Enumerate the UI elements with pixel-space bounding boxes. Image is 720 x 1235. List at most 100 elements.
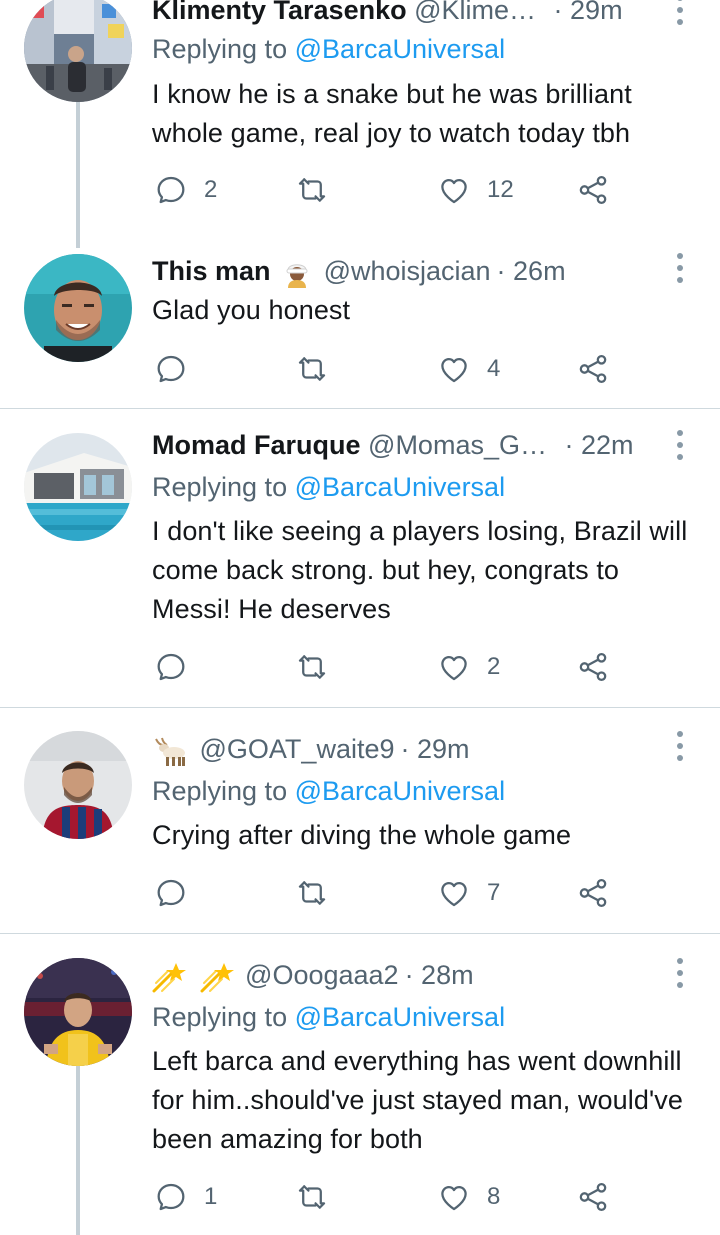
share-icon — [576, 650, 610, 684]
more-options-icon[interactable] — [672, 728, 688, 764]
avatar[interactable] — [24, 958, 132, 1066]
reply-icon — [154, 1180, 188, 1214]
shooting-star-emoji-icon — [200, 962, 234, 993]
retweet-icon — [295, 173, 329, 207]
user-handle[interactable]: @Klime… — [414, 0, 536, 25]
tweet-text: I don't like seeing a players losing, Br… — [152, 516, 688, 624]
tweet-divider — [0, 408, 720, 409]
like-button[interactable]: 4 — [437, 349, 500, 389]
reply-button[interactable] — [154, 647, 188, 687]
tweet-timestamp[interactable]: · 22m — [565, 430, 634, 460]
share-button[interactable] — [576, 647, 610, 687]
person-with-turban-emoji-icon — [286, 264, 308, 288]
replying-to-prefix: Replying to — [152, 776, 295, 806]
share-icon — [576, 876, 610, 910]
retweet-button[interactable] — [295, 647, 329, 687]
replying-to-mention[interactable]: @BarcaUniversal — [295, 472, 505, 502]
tweet-text: Glad you honest — [152, 295, 351, 325]
heart-icon — [437, 352, 471, 386]
replying-to: Replying to @BarcaUniversal — [152, 467, 505, 507]
share-button[interactable] — [576, 349, 610, 389]
replying-to-mention[interactable]: @BarcaUniversal — [295, 34, 505, 64]
display-name[interactable]: Momad Faruque — [152, 430, 361, 460]
more-options-icon[interactable] — [672, 427, 688, 463]
avatar[interactable] — [24, 731, 132, 839]
reply-count: 2 — [204, 176, 218, 203]
tweet-timestamp[interactable]: · 28m — [405, 960, 474, 990]
user-handle[interactable]: @GOAT_waite9 — [200, 734, 395, 764]
tweet-actions: 1 8 — [152, 1177, 632, 1217]
tweet-timestamp[interactable]: · 26m — [497, 256, 566, 286]
heart-icon — [437, 1180, 471, 1214]
like-count: 12 — [487, 176, 514, 203]
like-button[interactable]: 8 — [437, 1177, 500, 1217]
reply-icon — [154, 173, 188, 207]
replying-to-prefix: Replying to — [152, 472, 295, 502]
retweet-button[interactable] — [295, 349, 329, 389]
reply-count: 1 — [204, 1183, 218, 1210]
tweet-header: @GOAT_waite9 · 29m — [152, 729, 470, 769]
share-icon — [576, 352, 610, 386]
user-handle[interactable]: @whoisjacian — [324, 256, 491, 286]
like-button[interactable]: 12 — [437, 170, 514, 210]
share-icon — [576, 173, 610, 207]
like-count: 7 — [487, 879, 501, 906]
goat-emoji-icon — [155, 737, 185, 766]
tweet-text: I know he is a snake but he was brillian… — [152, 79, 632, 148]
retweet-button[interactable] — [295, 873, 329, 913]
like-count: 2 — [487, 653, 501, 680]
tweet-header: This man @whoisjacian · 26m — [152, 251, 566, 291]
tweet-header: Klimenty Tarasenko @Klime… · 29m — [152, 0, 623, 30]
retweet-icon — [295, 352, 329, 386]
user-handle[interactable]: @Ooogaaa2 — [245, 960, 399, 990]
heart-icon — [437, 876, 471, 910]
more-options-icon[interactable] — [672, 0, 688, 28]
tweet-text: Crying after diving the whole game — [152, 820, 572, 850]
reply-icon — [154, 876, 188, 910]
tweet-actions: 2 — [152, 647, 632, 687]
like-count: 4 — [487, 355, 501, 382]
share-button[interactable] — [576, 1177, 610, 1217]
display-name[interactable]: This man — [152, 256, 271, 286]
user-handle[interactable]: @Momas_G… — [368, 430, 547, 460]
avatar[interactable] — [24, 433, 132, 541]
retweet-icon — [295, 1180, 329, 1214]
avatar[interactable] — [24, 254, 132, 362]
tweet-timestamp[interactable]: · 29m — [554, 0, 623, 25]
tweet-divider — [0, 707, 720, 708]
heart-icon — [437, 650, 471, 684]
replying-to: Replying to @BarcaUniversal — [152, 771, 505, 811]
reply-button[interactable] — [154, 873, 188, 913]
reply-icon — [154, 352, 188, 386]
tweet-header: Momad Faruque @Momas_G… · 22m — [152, 425, 634, 465]
tweet-header: @Ooogaaa2 · 28m — [152, 955, 474, 995]
replying-to: Replying to @BarcaUniversal — [152, 29, 505, 69]
like-count: 8 — [487, 1183, 501, 1210]
more-options-icon[interactable] — [672, 955, 688, 991]
replying-to-prefix: Replying to — [152, 1002, 295, 1032]
avatar[interactable] — [24, 0, 132, 102]
reply-button[interactable] — [154, 349, 188, 389]
retweet-icon — [295, 650, 329, 684]
like-button[interactable]: 7 — [437, 873, 500, 913]
retweet-button[interactable] — [295, 1177, 329, 1217]
share-button[interactable] — [576, 170, 610, 210]
share-icon — [576, 1180, 610, 1214]
like-button[interactable]: 2 — [437, 647, 500, 687]
tweet-actions: 4 — [152, 349, 632, 389]
tweet-actions: 7 — [152, 873, 632, 913]
tweet-divider — [0, 933, 720, 934]
share-button[interactable] — [576, 873, 610, 913]
reply-button[interactable]: 2 — [154, 170, 217, 210]
reply-button[interactable]: 1 — [154, 1177, 217, 1217]
shooting-star-emoji-icon — [152, 962, 186, 993]
display-name[interactable]: Klimenty Tarasenko — [152, 0, 407, 25]
reply-icon — [154, 650, 188, 684]
heart-icon — [437, 173, 471, 207]
tweet-timestamp[interactable]: · 29m — [401, 734, 470, 764]
more-options-icon[interactable] — [672, 250, 688, 286]
retweet-button[interactable] — [295, 170, 329, 210]
replying-to-mention[interactable]: @BarcaUniversal — [295, 1002, 505, 1032]
replying-to: Replying to @BarcaUniversal — [152, 997, 505, 1037]
replying-to-mention[interactable]: @BarcaUniversal — [295, 776, 505, 806]
